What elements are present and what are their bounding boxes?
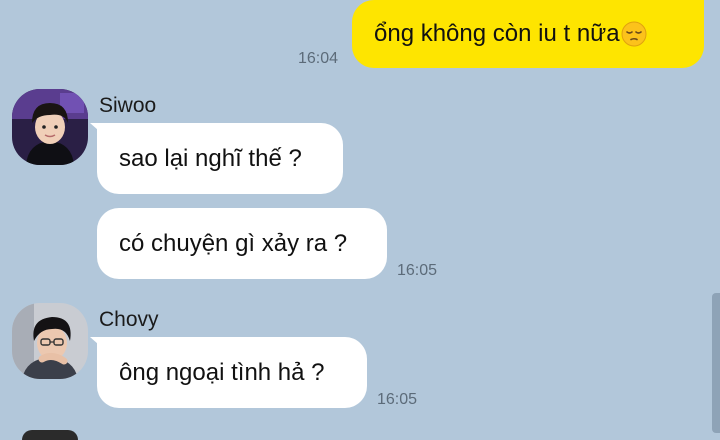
outgoing-message-time: 16:04 <box>298 50 339 67</box>
chovy-avatar[interactable] <box>12 303 88 379</box>
siwoo-avatar[interactable] <box>12 89 88 165</box>
chovy-message-time: 16:05 <box>377 391 418 408</box>
next-avatar-partial <box>22 430 78 440</box>
chat-view: ổng không còn iu t nữa 16:04 Siwoo sao l… <box>0 0 720 440</box>
pensive-face-emoji-icon <box>621 21 647 47</box>
chovy-message-1-text: ông ngoại tình hả ? <box>119 358 325 386</box>
siwoo-sender-name: Siwoo <box>99 94 157 117</box>
chovy-message-1-bubble[interactable]: ông ngoại tình hả ? <box>97 337 367 408</box>
outgoing-message-bubble[interactable]: ổng không còn iu t nữa <box>352 0 704 68</box>
siwoo-avatar-image <box>12 89 88 165</box>
siwoo-message-2-bubble[interactable]: có chuyện gì xảy ra ? <box>97 208 387 279</box>
siwoo-message-time: 16:05 <box>397 262 438 279</box>
outgoing-message-text: ổng không còn iu t nữa <box>374 20 620 47</box>
siwoo-message-1-bubble[interactable]: sao lại nghĩ thế ? <box>97 123 343 194</box>
siwoo-message-2-text: có chuyện gì xảy ra ? <box>119 229 348 257</box>
chovy-sender-name: Chovy <box>99 308 159 331</box>
chat-scrollbar[interactable] <box>712 293 720 433</box>
siwoo-message-1-text: sao lại nghĩ thế ? <box>119 144 302 172</box>
chovy-avatar-image <box>12 303 88 379</box>
